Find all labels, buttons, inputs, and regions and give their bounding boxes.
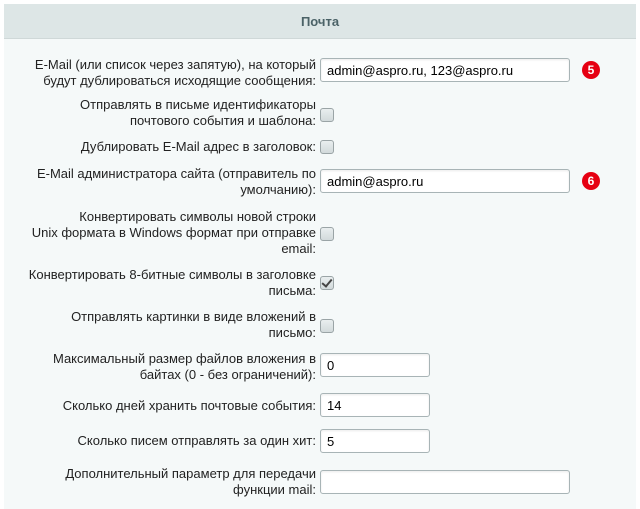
label-convert-8bit: Конвертировать 8-битные символы в заголо…: [29, 267, 316, 299]
label-duplicate-email: E-Mail (или список через запятую), на ко…: [35, 57, 316, 89]
convert-8bit-checkbox[interactable]: [320, 276, 334, 290]
duplicate-email-input[interactable]: [320, 58, 570, 82]
label-line: Отправлять в письме идентификаторы: [80, 97, 316, 112]
send-event-ids-checkbox[interactable]: [320, 108, 334, 122]
label-line: Дублировать E-Mail адрес в заголовок:: [80, 139, 316, 154]
duplicate-header-checkbox[interactable]: [320, 140, 334, 154]
images-as-attachments-checkbox[interactable]: [320, 319, 334, 333]
convert-newlines-checkbox[interactable]: [320, 227, 334, 241]
label-line: почтового события и шаблона:: [130, 113, 316, 128]
mail-settings-panel: Почта E-Mail (или список через запятую),…: [4, 4, 636, 509]
label-line: письма:: [268, 283, 316, 298]
label-emails-per-hit: Сколько писем отправлять за один хит:: [78, 433, 316, 449]
row-send-event-ids: Отправлять в письме идентификаторы почто…: [4, 96, 636, 132]
label-images-as-attachments: Отправлять картинки в виде вложений в пи…: [71, 309, 316, 341]
label-line: Unix формата в Windows формат при отправ…: [31, 225, 316, 240]
hint-badge-6: 6: [582, 172, 600, 190]
label-keep-days: Сколько дней хранить почтовые события:: [63, 398, 316, 414]
label-line: Сколько дней хранить почтовые события:: [62, 398, 316, 413]
label-line: Максимальный размер файлов вложения в: [52, 351, 316, 366]
label-mail-extra-param: Дополнительный параметр для передачи фун…: [65, 466, 316, 498]
mail-extra-param-input[interactable]: [320, 470, 570, 494]
hint-badge-5: 5: [582, 61, 600, 79]
label-line: E-Mail (или список через запятую), на ко…: [34, 57, 316, 72]
row-emails-per-hit: Сколько писем отправлять за один хит:: [4, 428, 636, 456]
section-header-mail: Почта: [4, 4, 636, 39]
label-line: Отправлять картинки в виде вложений в: [71, 309, 316, 324]
row-duplicate-email: E-Mail (или список через запятую), на ко…: [4, 54, 636, 94]
row-images-as-attachments: Отправлять картинки в виде вложений в пи…: [4, 308, 636, 344]
label-duplicate-header: Дублировать E-Mail адрес в заголовок:: [81, 139, 316, 155]
label-send-event-ids: Отправлять в письме идентификаторы почто…: [80, 97, 316, 129]
label-line: письмо:: [268, 325, 316, 340]
row-convert-newlines: Конвертировать символы новой строки Unix…: [4, 208, 636, 258]
row-admin-email: E-Mail администратора сайта (отправитель…: [4, 165, 636, 203]
keep-days-input[interactable]: [320, 393, 430, 417]
label-line: будут дублироваться исходящие сообщения:: [43, 73, 316, 88]
label-line: умолчанию):: [240, 182, 316, 197]
label-line: байтах (0 - без ограничений):: [139, 367, 316, 382]
row-mail-extra-param: Дополнительный параметр для передачи фун…: [4, 466, 636, 504]
label-line: функции mail:: [233, 482, 316, 497]
label-line: Конвертировать символы новой строки: [79, 209, 316, 224]
emails-per-hit-input[interactable]: [320, 429, 430, 453]
label-line: Конвертировать 8-битные символы в заголо…: [28, 267, 316, 282]
label-max-attachment-size: Максимальный размер файлов вложения в ба…: [53, 351, 316, 383]
admin-email-input[interactable]: [320, 169, 570, 193]
max-attachment-size-input[interactable]: [320, 353, 430, 377]
row-keep-days: Сколько дней хранить почтовые события:: [4, 392, 636, 420]
label-line: E-Mail администратора сайта (отправитель…: [36, 166, 316, 181]
label-convert-newlines: Конвертировать символы новой строки Unix…: [32, 209, 316, 257]
label-line: email:: [281, 241, 316, 256]
label-line: Дополнительный параметр для передачи: [65, 466, 316, 481]
row-duplicate-header: Дублировать E-Mail адрес в заголовок:: [4, 137, 636, 157]
row-max-attachment-size: Максимальный размер файлов вложения в ба…: [4, 349, 636, 387]
label-line: Сколько писем отправлять за один хит:: [77, 433, 316, 448]
label-admin-email: E-Mail администратора сайта (отправитель…: [37, 166, 316, 198]
row-convert-8bit: Конвертировать 8-битные символы в заголо…: [4, 266, 636, 302]
